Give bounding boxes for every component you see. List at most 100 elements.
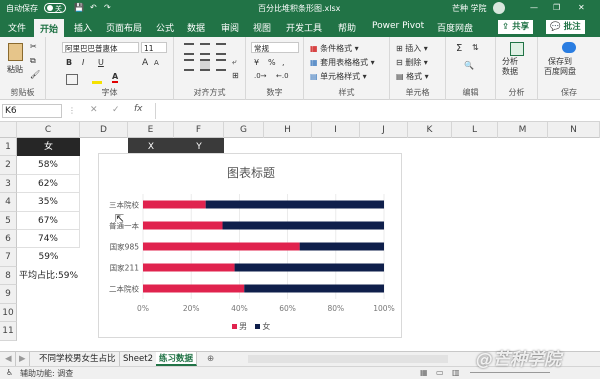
row-header-8[interactable]: 8 xyxy=(0,267,17,285)
row-header-6[interactable]: 6 xyxy=(0,230,17,248)
align-left-icon[interactable] xyxy=(184,59,194,71)
scroll-last-sheet-icon[interactable]: ▶ xyxy=(16,352,30,366)
underline-button[interactable]: U xyxy=(98,58,104,67)
row-header-5[interactable]: 5 xyxy=(0,212,17,230)
column-header-k[interactable]: K xyxy=(408,122,452,138)
row-header-9[interactable]: 9 xyxy=(0,285,17,304)
align-middle-icon[interactable] xyxy=(200,43,210,55)
add-sheet-icon[interactable]: ⊕ xyxy=(204,352,217,366)
format-cells-button[interactable]: ▤ 格式 ▾ xyxy=(396,71,429,82)
scroll-first-sheet-icon[interactable]: ◀ xyxy=(2,352,16,366)
minimize-icon[interactable]: — xyxy=(530,3,538,12)
bar-segment-male[interactable] xyxy=(143,263,235,272)
column-header-j[interactable]: J xyxy=(360,122,408,138)
page-break-view-icon[interactable]: ▥ xyxy=(452,368,460,377)
user-name[interactable]: 芒种 学院 xyxy=(452,3,487,14)
column-header-g[interactable]: G xyxy=(224,122,264,138)
column-header-c[interactable]: C xyxy=(17,122,80,138)
delete-cells-button[interactable]: ⊟ 删除 ▾ xyxy=(396,57,428,68)
name-box-dropdown-icon[interactable]: ⋮ xyxy=(68,106,76,115)
horizontal-scrollbar[interactable] xyxy=(248,355,448,363)
column-header-h[interactable]: H xyxy=(264,122,312,138)
border-icon[interactable] xyxy=(66,74,78,85)
bar-segment-male[interactable] xyxy=(143,284,245,293)
autosum-icon[interactable]: Σ xyxy=(456,43,462,54)
row-header-11[interactable]: 11 xyxy=(0,322,17,341)
page-layout-view-icon[interactable]: ▭ xyxy=(436,368,444,377)
column-header-l[interactable]: L xyxy=(452,122,498,138)
paste-label[interactable]: 粘贴 xyxy=(7,64,23,75)
tab-file[interactable]: 文件 xyxy=(8,21,26,34)
avatar[interactable] xyxy=(493,2,505,14)
bar-segment-female[interactable] xyxy=(222,221,384,230)
cell-c1-header[interactable]: 女 xyxy=(17,138,80,156)
insert-function-icon[interactable]: fx xyxy=(134,104,143,114)
cut-icon[interactable]: ✂ xyxy=(30,42,37,51)
increase-decimal-icon[interactable]: .0→ xyxy=(254,72,267,80)
row-header-7[interactable]: 7 xyxy=(0,248,17,267)
chart-legend[interactable]: 男 女 xyxy=(99,321,403,332)
analyze-data-button[interactable]: 分析 数据 xyxy=(502,57,518,77)
fill-color-icon[interactable] xyxy=(92,81,102,84)
bar-segment-female[interactable] xyxy=(205,200,384,209)
align-center-icon[interactable] xyxy=(200,59,210,71)
comment-button[interactable]: 💬 批注 xyxy=(546,20,585,34)
align-bottom-icon[interactable] xyxy=(216,43,226,55)
tab-view[interactable]: 视图 xyxy=(253,21,271,34)
align-right-icon[interactable] xyxy=(216,59,226,71)
formula-input[interactable] xyxy=(155,103,595,119)
select-all-corner[interactable] xyxy=(0,122,17,138)
column-header-n[interactable]: N xyxy=(548,122,600,138)
bar-segment-male[interactable] xyxy=(143,221,223,230)
sort-filter-icon[interactable]: ⇅ xyxy=(472,43,479,52)
row-header-10[interactable]: 10 xyxy=(0,304,17,322)
average-label[interactable]: 平均占比:59% xyxy=(19,267,78,285)
autosave-toggle[interactable]: 关 xyxy=(44,3,66,13)
insert-cells-button[interactable]: ⊞ 插入 ▾ xyxy=(396,43,428,54)
save-icon[interactable]: 💾 xyxy=(74,3,84,12)
analyze-data-icon[interactable] xyxy=(510,42,524,56)
tab-data[interactable]: 数据 xyxy=(187,21,205,34)
conditional-format-button[interactable]: ▦ 条件格式 ▾ xyxy=(310,43,359,54)
tab-baidu-netdisk[interactable]: 百度网盘 xyxy=(437,21,473,34)
baidu-cloud-icon[interactable] xyxy=(562,42,576,53)
bar-segment-female[interactable] xyxy=(234,263,384,272)
percent-button[interactable]: % xyxy=(268,58,276,67)
cell-c7[interactable]: 59% xyxy=(17,248,80,267)
format-painter-icon[interactable]: 🖌 xyxy=(30,70,40,79)
currency-icon[interactable]: ¥ xyxy=(254,58,259,67)
tab-home[interactable]: 开始 xyxy=(34,19,65,37)
format-as-table-button[interactable]: ▦ 套用表格格式 ▾ xyxy=(310,57,375,68)
column-header-d[interactable]: D xyxy=(80,122,128,138)
number-format-dropdown[interactable]: 常规 xyxy=(251,42,299,53)
accessibility-status[interactable]: 辅助功能: 调查 xyxy=(20,368,73,379)
row-header-4[interactable]: 4 xyxy=(0,193,17,212)
column-header-f[interactable]: F xyxy=(174,122,224,138)
sheet-tab-gender-ratio[interactable]: 不同学校男女生占比 xyxy=(36,352,120,366)
row-header-3[interactable]: 3 xyxy=(0,175,17,193)
tab-insert[interactable]: 插入 xyxy=(74,21,92,34)
save-to-baidu-button[interactable]: 保存到 百度网盘 xyxy=(544,57,576,77)
sheet-tab-sheet2[interactable]: Sheet2 xyxy=(120,352,157,366)
column-header-i[interactable]: I xyxy=(312,122,360,138)
paste-icon[interactable] xyxy=(8,43,23,61)
cell-c5[interactable]: 67% xyxy=(17,212,80,230)
bar-segment-female[interactable] xyxy=(299,242,384,251)
tab-help[interactable]: 帮助 xyxy=(338,21,356,34)
chart-area[interactable]: 图表标题 0% 20% 40% 60% 80% 100% 三本院校 普通一本 国家985 国家21… xyxy=(98,153,402,338)
bold-button[interactable]: B xyxy=(66,58,72,67)
cell-c3[interactable]: 62% xyxy=(17,175,80,193)
font-name-dropdown[interactable]: 阿里巴巴普惠体 xyxy=(62,42,139,53)
align-top-icon[interactable] xyxy=(184,43,194,55)
bar-segment-male[interactable] xyxy=(143,200,206,209)
column-header-e[interactable]: E xyxy=(128,122,174,138)
name-box[interactable]: K6 xyxy=(2,104,62,118)
bar-segment-female[interactable] xyxy=(244,284,384,293)
share-button[interactable]: ⇪ 共享 xyxy=(498,20,534,34)
undo-icon[interactable]: ↶ xyxy=(90,3,97,12)
tab-developer[interactable]: 开发工具 xyxy=(286,21,322,34)
cell-styles-button[interactable]: ▤ 单元格样式 ▾ xyxy=(310,71,367,82)
merge-center-icon[interactable]: ⊞ xyxy=(232,71,239,80)
copy-icon[interactable]: ⧉ xyxy=(30,56,36,66)
font-grow-button[interactable]: A xyxy=(142,58,148,68)
